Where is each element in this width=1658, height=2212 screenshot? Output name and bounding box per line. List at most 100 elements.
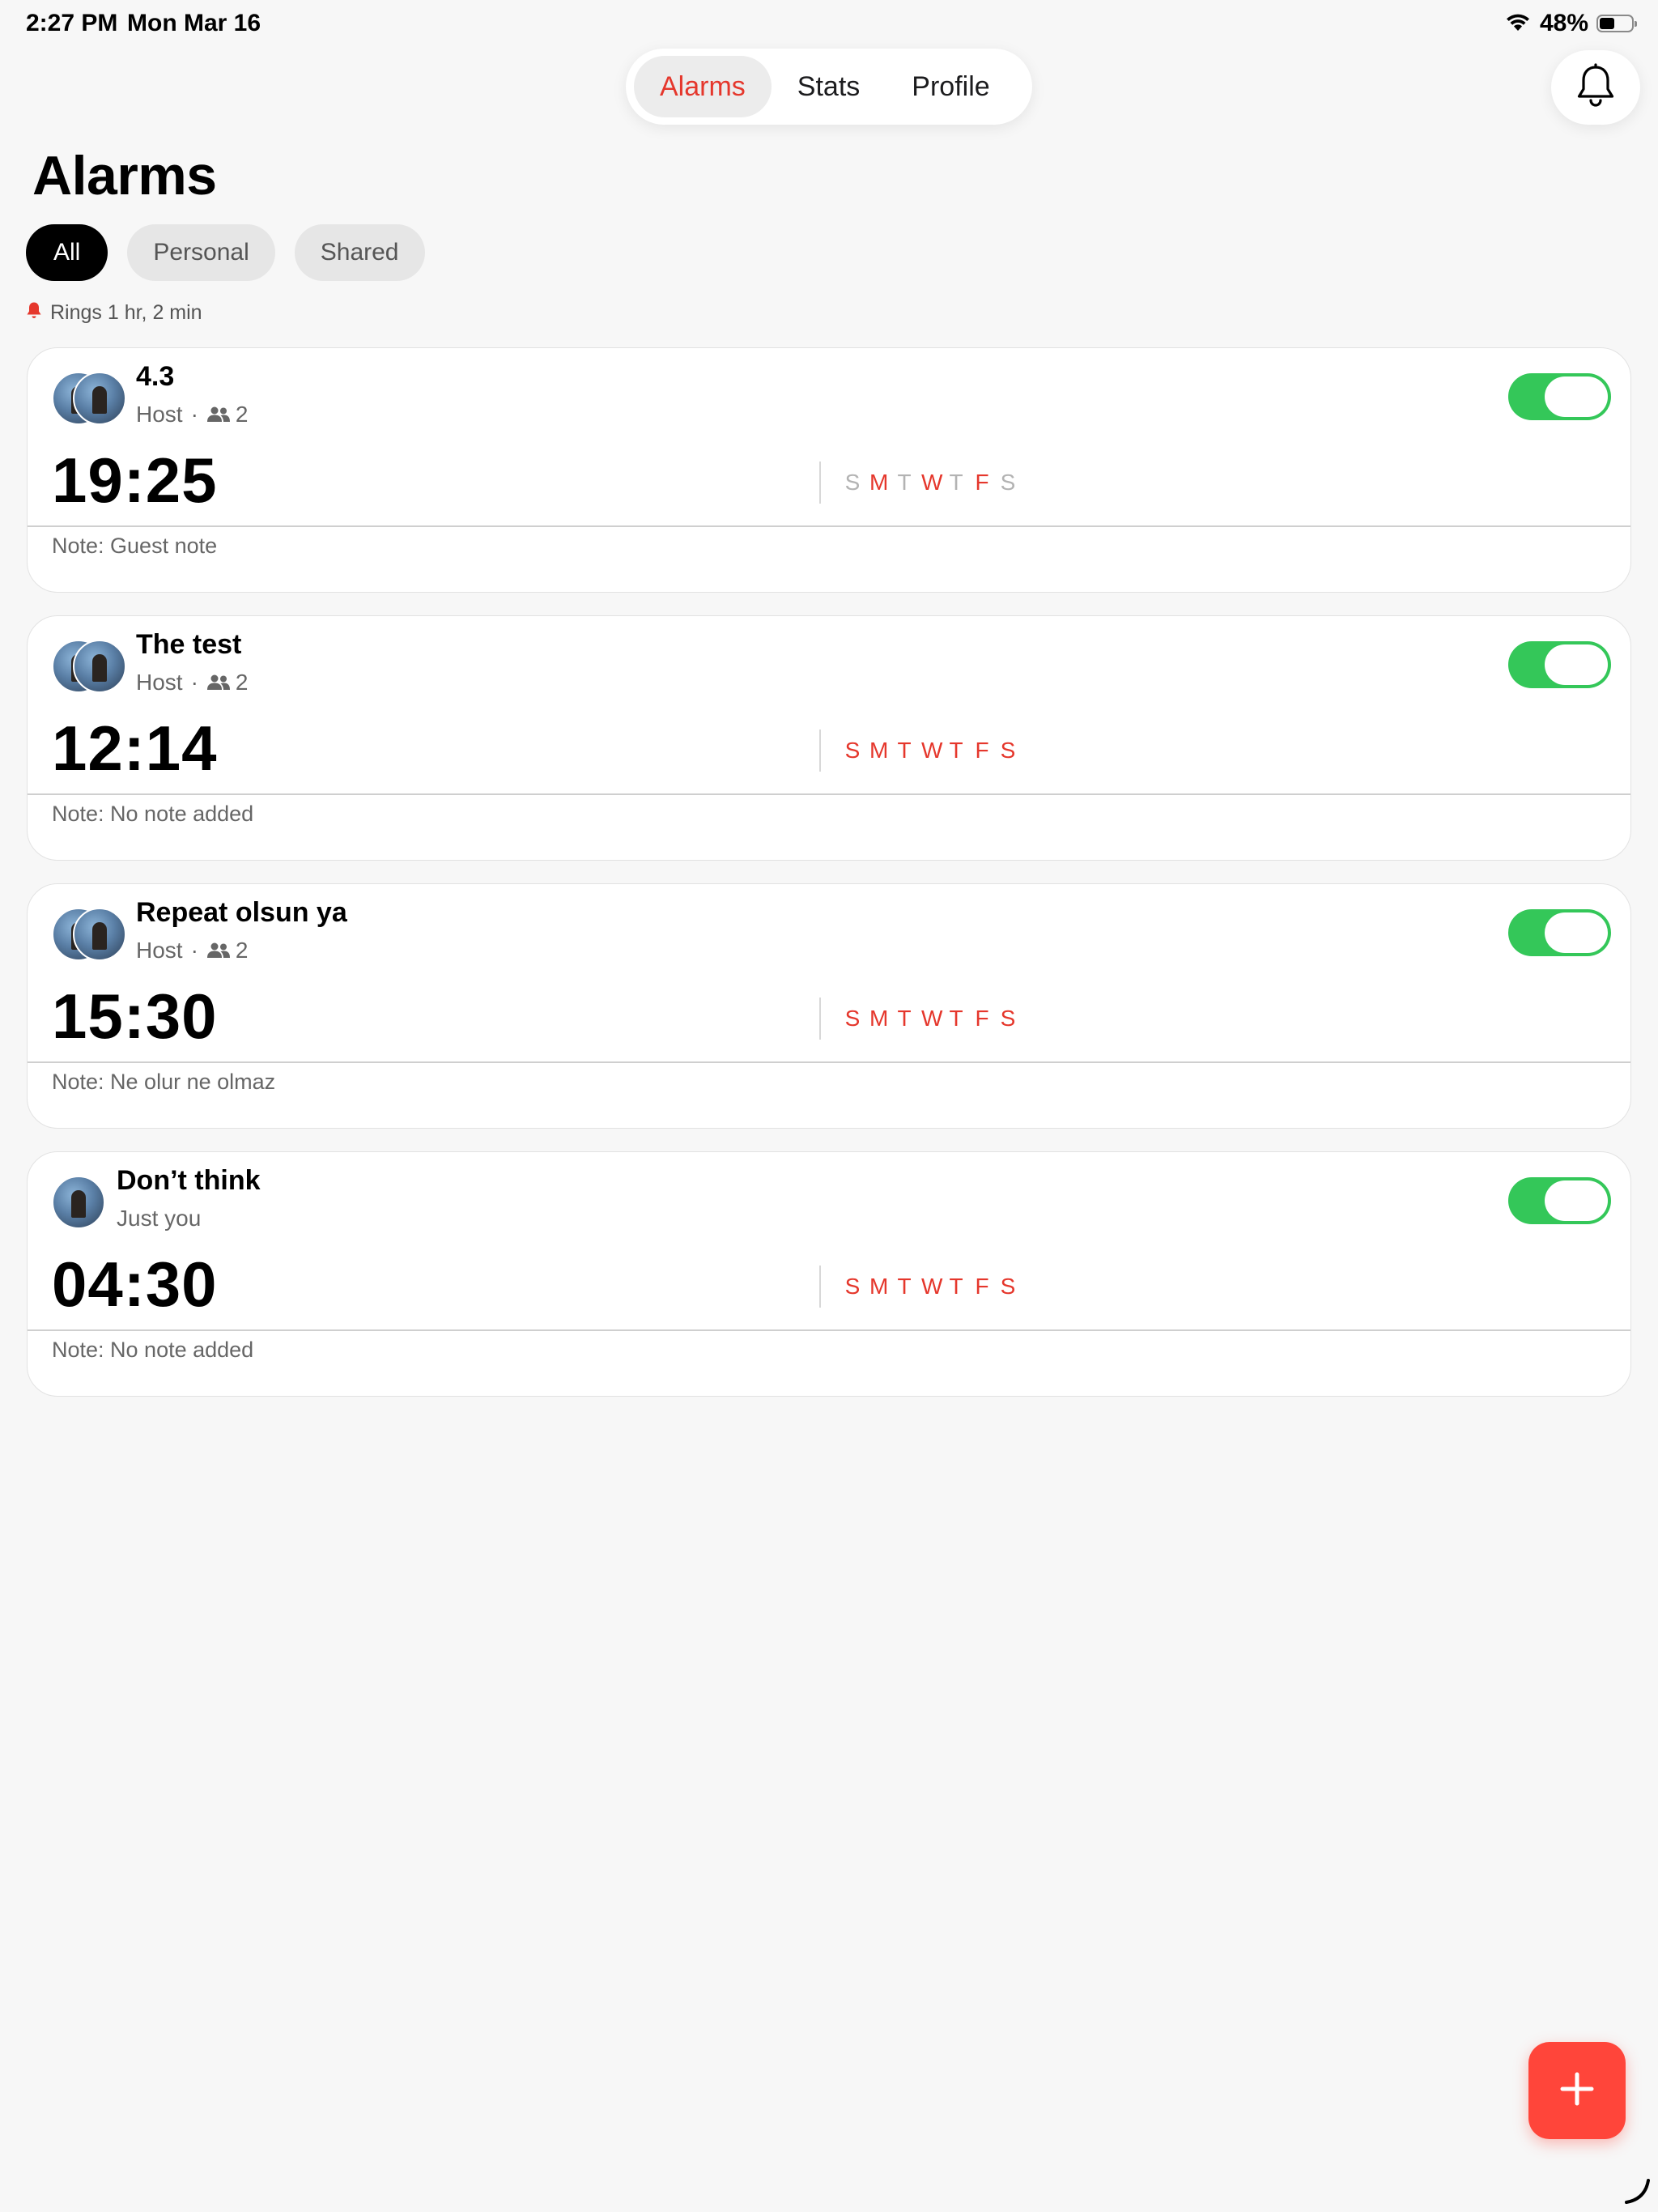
day-0: S: [844, 1274, 861, 1299]
top-tab-bar: Alarms Stats Profile: [626, 49, 1032, 125]
alarm-role: Host: [136, 670, 183, 695]
tab-stats[interactable]: Stats: [772, 56, 886, 117]
alarm-toggle[interactable]: [1508, 641, 1611, 688]
day-3: W: [921, 738, 943, 763]
alarm-subtitle: Host · 2: [136, 670, 248, 696]
day-2: T: [897, 470, 912, 495]
divider: [819, 462, 821, 504]
day-4: T: [949, 1274, 963, 1299]
filter-all[interactable]: All: [26, 224, 108, 281]
toggle-knob: [1545, 1180, 1608, 1221]
status-bar: 2:27 PM Mon Mar 16 48%: [0, 0, 1658, 52]
avatar: [73, 372, 126, 425]
alarm-toggle[interactable]: [1508, 1177, 1611, 1224]
tab-alarms[interactable]: Alarms: [634, 56, 772, 117]
day-5: F: [975, 1006, 989, 1031]
toggle-knob: [1545, 644, 1608, 685]
repeat-days: SMTWTFS: [844, 1006, 1017, 1032]
repeat-days: SMTWTFS: [844, 738, 1017, 764]
repeat-days: SMTWTFS: [844, 1274, 1017, 1300]
alarm-note: Note: No note added: [52, 1338, 254, 1362]
alarm-role: Just you: [117, 1206, 202, 1231]
people-icon: [206, 942, 231, 959]
avatar: [73, 640, 126, 693]
alarm-note: Note: No note added: [52, 802, 254, 826]
day-5: F: [975, 738, 989, 763]
add-alarm-button[interactable]: [1528, 2042, 1626, 2139]
avatar-group: [52, 640, 126, 693]
bell-icon: [1575, 62, 1617, 113]
day-3: W: [921, 470, 943, 495]
alarm-subtitle: Host · 2: [136, 402, 248, 428]
day-4: T: [949, 738, 963, 763]
toggle-knob: [1545, 376, 1608, 417]
alarm-list: 4.3 Host · 2 19:25 S M T W T F S Note: Guest note The…: [27, 347, 1631, 1419]
status-indicators: 48%: [1504, 10, 1637, 37]
divider: [819, 1266, 821, 1308]
alarm-card[interactable]: The test Host · 2 12:14 S M T W T F S Note: No note …: [27, 615, 1631, 861]
status-date: Mon Mar 16: [127, 10, 261, 36]
avatar: [73, 908, 126, 961]
alarm-time: 15:30: [52, 981, 218, 1052]
alarm-subtitle: Host · 2: [136, 938, 248, 963]
alarm-title: 4.3: [136, 361, 175, 392]
day-6: S: [1000, 1006, 1016, 1031]
alarm-role: Host: [136, 938, 183, 963]
wifi-icon: [1504, 11, 1532, 36]
avatar-group: [52, 372, 126, 425]
avatar-group: [52, 1176, 125, 1229]
filter-personal[interactable]: Personal: [127, 224, 275, 281]
battery-percent: 48%: [1539, 10, 1588, 36]
day-0: S: [844, 1006, 861, 1031]
separator-dot: ·: [190, 938, 198, 963]
resize-handle-icon: [1622, 2176, 1652, 2210]
avatar: [52, 1176, 105, 1229]
day-4: T: [949, 1006, 963, 1031]
alarm-card[interactable]: 4.3 Host · 2 19:25 S M T W T F S Note: Guest note: [27, 347, 1631, 593]
day-2: T: [897, 1006, 912, 1031]
filter-shared[interactable]: Shared: [294, 224, 425, 281]
alarm-toggle[interactable]: [1508, 909, 1611, 956]
divider: [819, 730, 821, 772]
alarm-card[interactable]: Don’t think Just you 04:30 S M T W T F S Note: No …: [27, 1151, 1631, 1397]
alarm-time: 04:30: [52, 1249, 218, 1320]
alarm-card[interactable]: Repeat olsun ya Host · 2 15:30 S M T W T F S Note: N…: [27, 883, 1631, 1129]
divider: [28, 793, 1630, 795]
alarm-title: The test: [136, 629, 242, 660]
plus-icon: [1558, 2069, 1596, 2112]
alarm-toggle[interactable]: [1508, 373, 1611, 420]
separator-dot: ·: [190, 670, 198, 695]
day-5: F: [975, 470, 989, 495]
divider: [819, 998, 821, 1040]
day-5: F: [975, 1274, 989, 1299]
next-ring-text: Rings 1 hr, 2 min: [50, 301, 202, 324]
alarm-time: 12:14: [52, 713, 218, 784]
people-icon: [206, 674, 231, 691]
member-count: 2: [235, 938, 249, 963]
toggle-knob: [1545, 912, 1608, 953]
day-1: M: [869, 1006, 889, 1031]
day-3: W: [921, 1006, 943, 1031]
member-count: 2: [235, 402, 249, 427]
separator-dot: ·: [190, 402, 198, 427]
tab-profile[interactable]: Profile: [886, 56, 1015, 117]
battery-level: [1600, 18, 1614, 29]
notifications-button[interactable]: [1551, 50, 1640, 125]
day-3: W: [921, 1274, 943, 1299]
page-title: Alarms: [32, 145, 217, 206]
alarm-time: 19:25: [52, 445, 218, 516]
day-1: M: [869, 470, 889, 495]
bell-small-icon: [26, 301, 42, 325]
divider: [28, 525, 1630, 527]
alarm-note: Note: Ne olur ne olmaz: [52, 1070, 276, 1094]
status-time: 2:27 PM: [26, 10, 118, 36]
divider: [28, 1329, 1630, 1331]
day-0: S: [844, 738, 861, 763]
day-1: M: [869, 738, 889, 763]
divider: [28, 1061, 1630, 1063]
people-icon: [206, 406, 231, 423]
member-count: 2: [235, 670, 249, 695]
day-2: T: [897, 738, 912, 763]
day-2: T: [897, 1274, 912, 1299]
day-0: S: [844, 470, 861, 495]
